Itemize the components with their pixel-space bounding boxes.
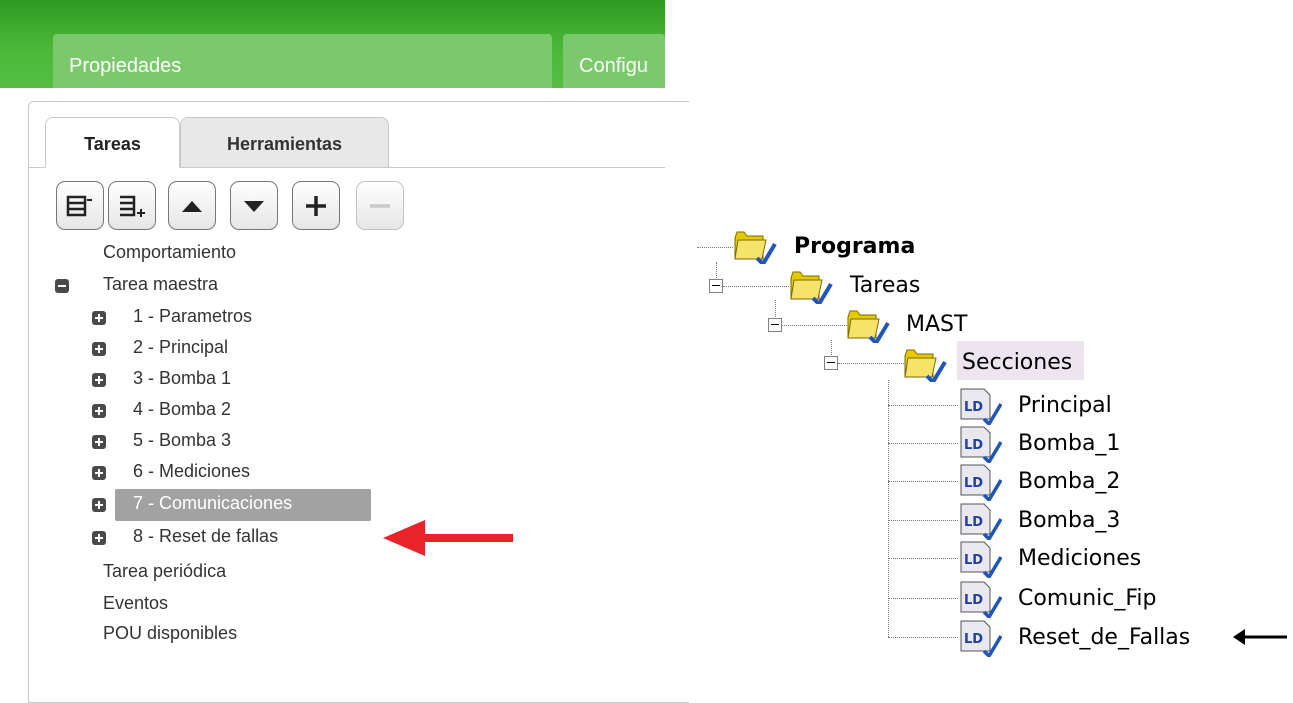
tree-eventos[interactable]: Eventos — [103, 593, 168, 614]
remove-button[interactable] — [356, 181, 404, 230]
add-icon — [306, 195, 326, 216]
collapse-icon[interactable] — [55, 279, 69, 293]
tree-tareas[interactable]: Tareas — [850, 273, 920, 298]
folder-icon — [846, 309, 890, 343]
expand-icon[interactable] — [92, 404, 106, 418]
tree-programa[interactable]: Programa — [794, 234, 915, 259]
ld-section-icon — [959, 580, 1002, 618]
tab-herramientas[interactable]: Herramientas — [180, 117, 389, 168]
tree-item-mediciones[interactable]: 6 - Mediciones — [133, 461, 250, 482]
expand-icon[interactable] — [92, 498, 106, 512]
tree-mast[interactable]: MAST — [906, 312, 967, 337]
section-mediciones[interactable]: Mediciones — [1018, 546, 1141, 571]
ld-section-icon — [959, 387, 1002, 425]
tree-item-parametros[interactable]: 1 - Parametros — [133, 306, 252, 327]
remove-icon — [370, 203, 390, 208]
move-down-button[interactable] — [230, 181, 278, 230]
ld-section-icon — [959, 619, 1002, 657]
collapse-icon[interactable] — [824, 356, 838, 370]
red-arrow-icon — [383, 520, 513, 556]
tree-item-bomba-3[interactable]: 5 - Bomba 3 — [133, 430, 231, 451]
ld-section-icon — [959, 502, 1002, 540]
collapse-icon[interactable] — [709, 279, 723, 293]
tree-item-bomba-1[interactable]: 3 - Bomba 1 — [133, 368, 231, 389]
expand-all-icon — [120, 195, 145, 217]
expand-icon[interactable] — [92, 342, 106, 356]
section-bomba-1[interactable]: Bomba_1 — [1018, 431, 1120, 456]
tree-item-comunicaciones[interactable]: 7 - Comunicaciones — [133, 493, 292, 514]
folder-icon — [789, 270, 833, 304]
tree-item-reset-de-fallas[interactable]: 8 - Reset de fallas — [133, 526, 278, 547]
expand-icon[interactable] — [92, 531, 106, 545]
tree-secciones[interactable]: Secciones — [962, 350, 1072, 375]
expand-icon[interactable] — [92, 373, 106, 387]
black-arrow-icon — [1233, 629, 1287, 645]
ld-section-icon — [959, 425, 1002, 463]
tree-tarea-maestra[interactable]: Tarea maestra — [103, 274, 218, 295]
section-bomba-3[interactable]: Bomba_3 — [1018, 508, 1120, 533]
add-button[interactable] — [292, 181, 340, 230]
tab-configuracion[interactable]: Configu — [563, 34, 665, 88]
folder-icon — [903, 348, 947, 382]
section-principal[interactable]: Principal — [1018, 393, 1112, 418]
tree-item-principal[interactable]: 2 - Principal — [133, 337, 228, 358]
expand-icon[interactable] — [92, 435, 106, 449]
tab-tareas[interactable]: Tareas — [45, 117, 180, 168]
section-bomba-2[interactable]: Bomba_2 — [1018, 469, 1120, 494]
ld-section-icon — [959, 540, 1002, 578]
tab-propiedades[interactable]: Propiedades — [53, 34, 552, 88]
collapse-icon[interactable] — [768, 318, 782, 332]
ld-section-icon — [959, 463, 1002, 501]
move-up-button[interactable] — [168, 181, 216, 230]
tree-pou-disponibles[interactable]: POU disponibles — [103, 623, 237, 644]
move-down-icon — [244, 200, 264, 212]
section-comunic-fip[interactable]: Comunic_Fip — [1018, 586, 1156, 611]
collapse-all-icon — [66, 195, 92, 216]
move-up-icon — [182, 200, 202, 212]
folder-icon — [733, 230, 777, 264]
section-reset-de-fallas[interactable]: Reset_de_Fallas — [1018, 625, 1190, 650]
tree-comportamiento[interactable]: Comportamiento — [103, 242, 236, 263]
tree-item-bomba-2[interactable]: 4 - Bomba 2 — [133, 399, 231, 420]
expand-icon[interactable] — [92, 311, 106, 325]
tree-tarea-periodica[interactable]: Tarea periódica — [103, 561, 226, 582]
expand-icon[interactable] — [92, 466, 106, 480]
collapse-all-button[interactable] — [56, 181, 104, 230]
expand-all-button[interactable] — [108, 181, 156, 230]
